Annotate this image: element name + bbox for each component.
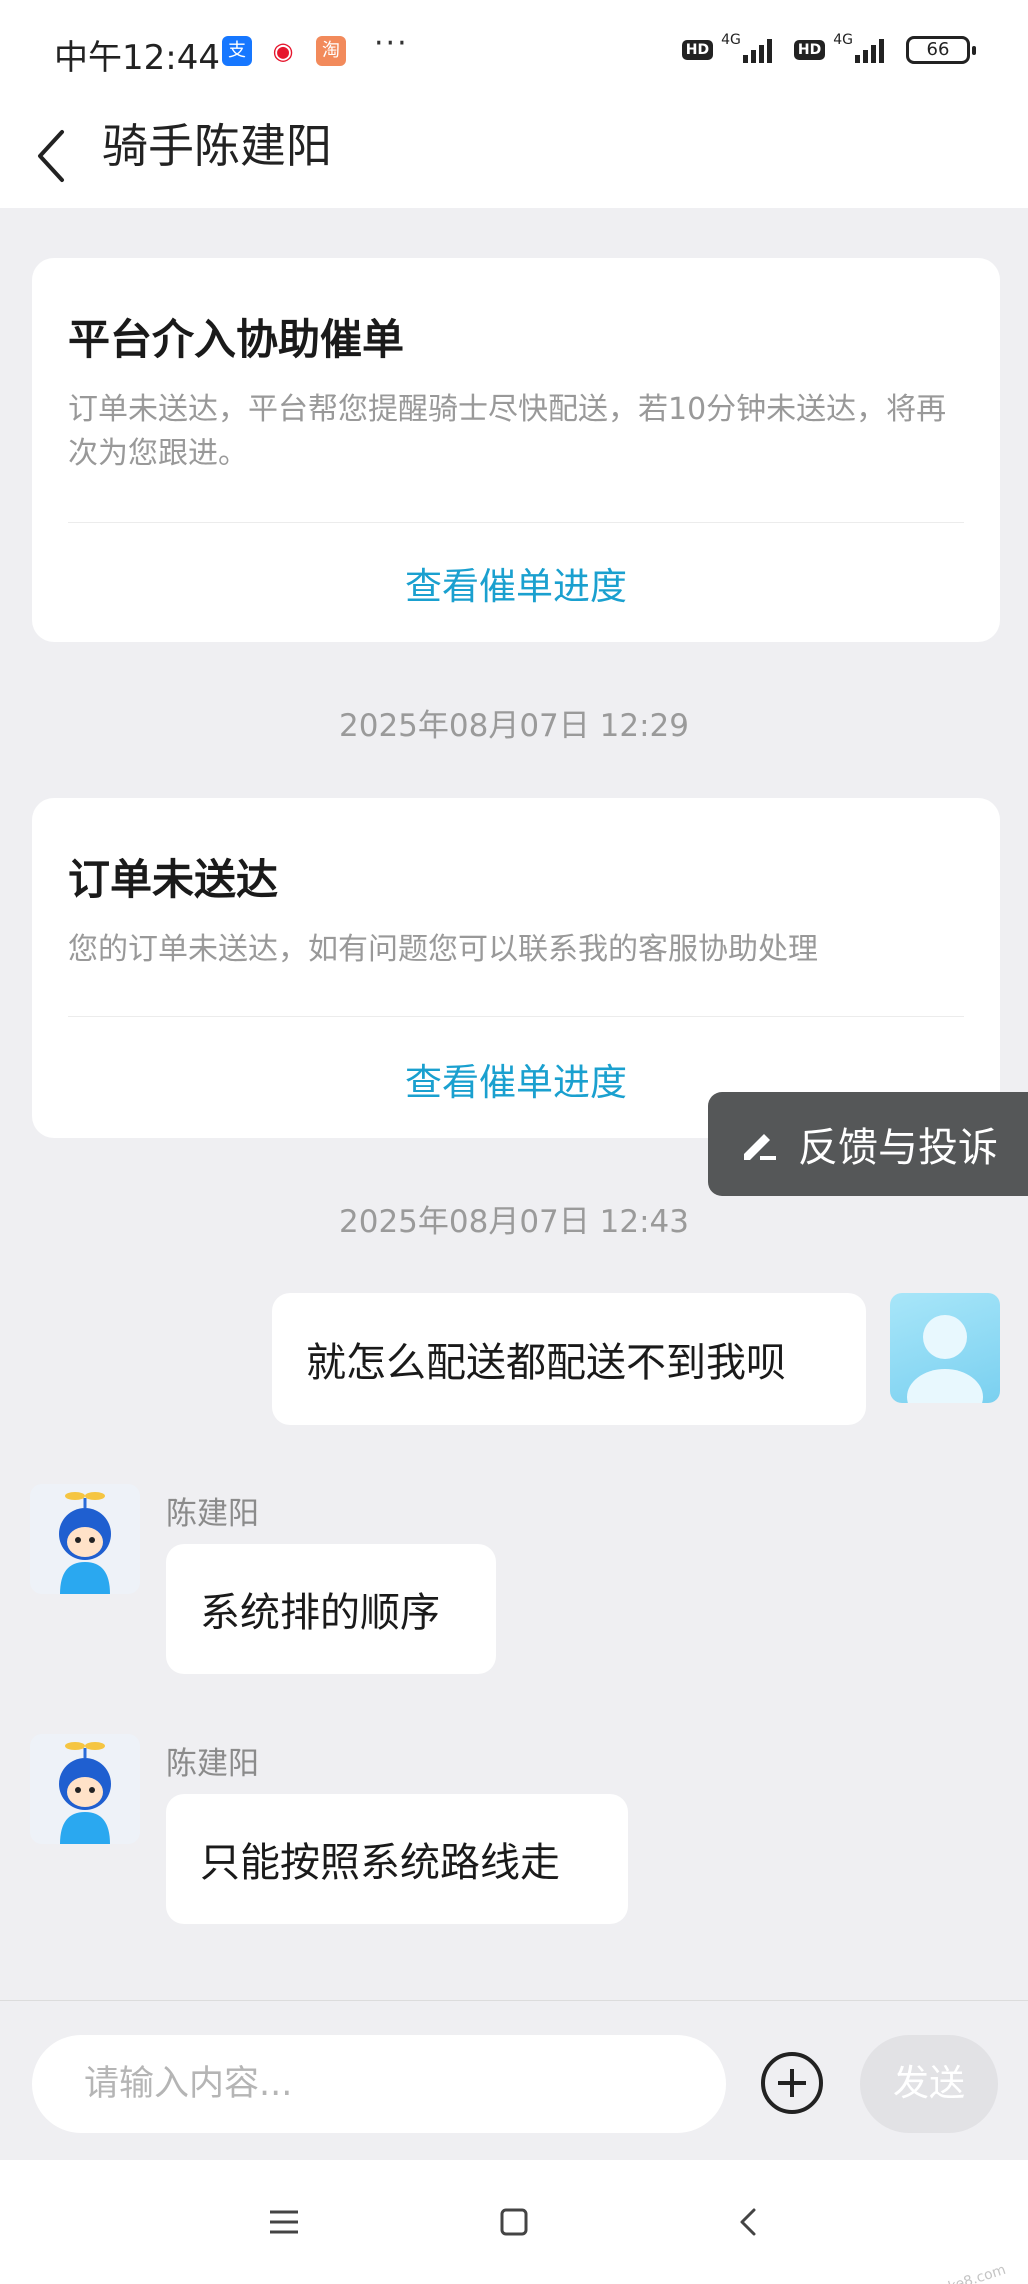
status-indicators: HD 4G HD 4G 66 [681, 32, 976, 68]
order-undelivered-card: 订单未送达 您的订单未送达，如有问题您可以联系我的客服协助处理 查看催单进度 [32, 798, 1000, 1138]
feedback-label: 反馈与投诉 [798, 1125, 998, 1171]
network-type: 4G [833, 32, 853, 48]
urge-order-card: 平台介入协助催单 订单未送达，平台帮您提醒骑士尽快配送，若10分钟未送达，将再次… [32, 258, 1000, 642]
person-icon [907, 1315, 983, 1403]
status-bar: 中午12:44 支 ◉ 淘 ··· HD 4G HD 4G 66 [0, 0, 1028, 100]
chevron-left-icon [38, 130, 64, 182]
battery-icon: 66 [906, 36, 976, 64]
sender-name: 陈建阳 [166, 1496, 259, 1532]
message-text: 就怎么配送都配送不到我呗 [306, 1340, 786, 1386]
rider-message-bubble: 系统排的顺序 [166, 1544, 496, 1674]
alipay-app-icon: 支 [222, 36, 252, 66]
card-title: 平台介入协助催单 [68, 315, 405, 364]
weibo-app-icon: ◉ [268, 36, 298, 66]
user-avatar [890, 1293, 1000, 1403]
message-timestamp: 2025年08月07日 12:29 [339, 708, 689, 744]
status-time: 中午12:44 [54, 38, 220, 78]
network-type: 4G [721, 32, 741, 48]
card-title: 订单未送达 [68, 855, 279, 904]
rider-message-bubble: 只能按照系统路线走 [166, 1794, 628, 1924]
back-arrow-icon [740, 2208, 756, 2236]
rider-avatar [30, 1484, 140, 1594]
system-nav-bar: 赚客吧，有实一起赚！ www.zuanke8.com [0, 2160, 1028, 2284]
user-message-bubble: 就怎么配送都配送不到我呗 [272, 1293, 866, 1425]
plus-circle-icon [761, 2052, 823, 2114]
signal-icon [855, 37, 884, 63]
more-notifications-icon: ··· [374, 26, 409, 61]
card-divider [68, 1016, 964, 1017]
send-button[interactable]: 发送 [860, 2035, 998, 2133]
menu-icon [270, 2210, 298, 2234]
message-text: 系统排的顺序 [200, 1590, 440, 1636]
hd-badge: HD [681, 40, 714, 60]
menu-nav-button[interactable] [262, 2200, 306, 2244]
card-description: 订单未送达，平台帮您提醒骑士尽快配送，若10分钟未送达，将再次为您跟进。 [68, 392, 947, 471]
feedback-complaint-button[interactable]: 反馈与投诉 [708, 1092, 1028, 1196]
rider-mascot-icon [59, 1742, 111, 1844]
back-button[interactable] [26, 118, 82, 188]
edit-pen-icon [744, 1134, 776, 1160]
rider-mascot-icon [59, 1492, 111, 1594]
taobao-app-icon: 淘 [316, 36, 346, 66]
message-input-bar: 请输入内容... 发送 [0, 2000, 1028, 2160]
home-square-icon [500, 2208, 528, 2236]
home-nav-button[interactable] [492, 2200, 536, 2244]
rider-avatar [30, 1734, 140, 1844]
view-urge-progress-link[interactable]: 查看催单进度 [32, 556, 1000, 610]
page-title: 骑手陈建阳 [102, 119, 332, 173]
message-input[interactable]: 请输入内容... [32, 2035, 726, 2133]
add-attachment-button[interactable] [758, 2049, 826, 2117]
card-description: 您的订单未送达，如有问题您可以联系我的客服协助处理 [68, 932, 818, 967]
message-timestamp: 2025年08月07日 12:43 [339, 1204, 689, 1240]
watermark: 赚客吧，有实一起赚！ www.zuanke8.com [740, 2259, 1008, 2284]
message-text: 只能按照系统路线走 [200, 1840, 560, 1886]
card-divider [68, 522, 964, 523]
back-nav-button[interactable] [728, 2200, 772, 2244]
sender-name: 陈建阳 [166, 1746, 259, 1782]
hd-badge: HD [793, 40, 826, 60]
signal-icon [742, 37, 772, 63]
